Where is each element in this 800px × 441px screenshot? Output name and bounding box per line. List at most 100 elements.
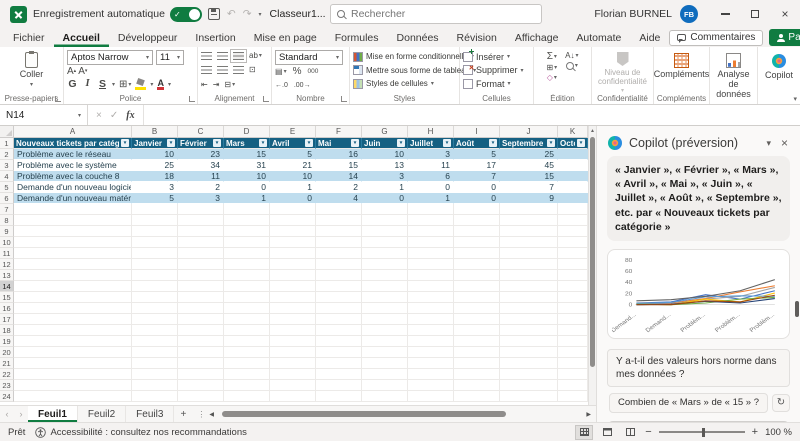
- cell-D18[interactable]: [224, 325, 270, 336]
- column-header-G[interactable]: G: [362, 126, 408, 138]
- cell-G24[interactable]: [362, 391, 408, 402]
- cell-D20[interactable]: [224, 347, 270, 358]
- cell-A3[interactable]: Problème avec le système: [14, 160, 132, 171]
- fill-button[interactable]: ⊞ ▾: [546, 64, 557, 72]
- cell-K6[interactable]: [558, 193, 588, 204]
- copilot-suggestion-count[interactable]: Combien de « Mars » de « 15 » ?: [608, 392, 768, 414]
- currency-format-icon[interactable]: ▤ ▾: [275, 67, 287, 76]
- cell-E11[interactable]: [270, 248, 316, 259]
- cell-K15[interactable]: [558, 292, 588, 303]
- cell-K19[interactable]: [558, 336, 588, 347]
- cell-D14[interactable]: [224, 281, 270, 292]
- cell-D11[interactable]: [224, 248, 270, 259]
- cell-K3[interactable]: [558, 160, 588, 171]
- cell-C18[interactable]: [178, 325, 224, 336]
- underline-button[interactable]: S: [97, 79, 108, 90]
- cell-K11[interactable]: [558, 248, 588, 259]
- cell-H2[interactable]: 3: [408, 149, 454, 160]
- cell-E18[interactable]: [270, 325, 316, 336]
- cell-A13[interactable]: [14, 270, 132, 281]
- row-header-11[interactable]: 11: [0, 248, 14, 259]
- filter-icon[interactable]: ▾: [305, 139, 313, 147]
- delete-cells-button[interactable]: Supprimer ▾: [463, 64, 530, 78]
- fill-color-chevron-icon[interactable]: ▾: [150, 81, 153, 88]
- cell-E22[interactable]: [270, 369, 316, 380]
- cell-H23[interactable]: [408, 380, 454, 391]
- font-color-button[interactable]: A: [157, 79, 164, 90]
- cell-D24[interactable]: [224, 391, 270, 402]
- cell-I6[interactable]: 0: [454, 193, 500, 204]
- cell-B2[interactable]: 10: [132, 149, 178, 160]
- decrease-indent-icon[interactable]: ⇤: [201, 80, 208, 89]
- cell-B15[interactable]: [132, 292, 178, 303]
- ribbon-tab-r-vision[interactable]: Révision: [448, 28, 506, 47]
- cell-J5[interactable]: 7: [500, 182, 558, 193]
- cell-A5[interactable]: Demande d'un nouveau logiciel: [14, 182, 132, 193]
- cell-E10[interactable]: [270, 237, 316, 248]
- cell-E5[interactable]: 1: [270, 182, 316, 193]
- cell-H16[interactable]: [408, 303, 454, 314]
- cell-E9[interactable]: [270, 226, 316, 237]
- column-header-C[interactable]: C: [178, 126, 224, 138]
- cell-I14[interactable]: [454, 281, 500, 292]
- filter-icon[interactable]: ▾: [489, 139, 497, 147]
- cell-A6[interactable]: Demande d'un nouveau matériel: [14, 193, 132, 204]
- cell-D21[interactable]: [224, 358, 270, 369]
- row-header-22[interactable]: 22: [0, 369, 14, 380]
- cell-I20[interactable]: [454, 347, 500, 358]
- cell-A23[interactable]: [14, 380, 132, 391]
- cell-E7[interactable]: [270, 204, 316, 215]
- cell-F3[interactable]: 15: [316, 160, 362, 171]
- cell-K14[interactable]: [558, 281, 588, 292]
- fill-color-button[interactable]: [135, 79, 147, 90]
- undo-icon[interactable]: ↶: [227, 8, 236, 20]
- accessibility-status[interactable]: Accessibilité : consultez nos recommanda…: [35, 427, 247, 438]
- cell-G8[interactable]: [362, 215, 408, 226]
- cell-E14[interactable]: [270, 281, 316, 292]
- cell-J17[interactable]: [500, 314, 558, 325]
- cell-C17[interactable]: [178, 314, 224, 325]
- cell-I13[interactable]: [454, 270, 500, 281]
- cell-H5[interactable]: 0: [408, 182, 454, 193]
- copilot-close-icon[interactable]: ×: [779, 136, 790, 150]
- ribbon-tab-accueil[interactable]: Accueil: [53, 28, 109, 47]
- cell-G18[interactable]: [362, 325, 408, 336]
- column-header-A[interactable]: A: [14, 126, 132, 138]
- cell-G4[interactable]: 3: [362, 171, 408, 182]
- cell-K4[interactable]: [558, 171, 588, 182]
- cell-J11[interactable]: [500, 248, 558, 259]
- cell-D10[interactable]: [224, 237, 270, 248]
- cell-K13[interactable]: [558, 270, 588, 281]
- cell-E3[interactable]: 21: [270, 160, 316, 171]
- font-color-chevron-icon[interactable]: ▾: [168, 81, 171, 88]
- cell-J19[interactable]: [500, 336, 558, 347]
- copilot-chart-card[interactable]: 0 20 40 60 80 Demand... Demand... Problèm... Pro…: [607, 248, 790, 339]
- cell-H4[interactable]: 6: [408, 171, 454, 182]
- cell-I8[interactable]: [454, 215, 500, 226]
- cell-I17[interactable]: [454, 314, 500, 325]
- cell-K2[interactable]: [558, 149, 588, 160]
- filter-icon[interactable]: ▾: [259, 139, 267, 147]
- cell-J12[interactable]: [500, 259, 558, 270]
- row-header-23[interactable]: 23: [0, 380, 14, 391]
- cell-D1[interactable]: Mars ▾: [224, 138, 270, 149]
- cell-A1[interactable]: Nouveaux tickets par catégorie▾: [14, 138, 132, 149]
- cell-B24[interactable]: [132, 391, 178, 402]
- cell-C2[interactable]: 23: [178, 149, 224, 160]
- format-as-table-button[interactable]: Mettre sous forme de tableau ▾: [353, 64, 476, 78]
- cell-I4[interactable]: 7: [454, 171, 500, 182]
- column-header-K[interactable]: K: [558, 126, 588, 138]
- cell-G19[interactable]: [362, 336, 408, 347]
- cell-F15[interactable]: [316, 292, 362, 303]
- align-left-icon[interactable]: [201, 66, 212, 75]
- cell-F23[interactable]: [316, 380, 362, 391]
- cell-J23[interactable]: [500, 380, 558, 391]
- zoom-slider-thumb[interactable]: [701, 427, 705, 437]
- cell-F17[interactable]: [316, 314, 362, 325]
- cell-B22[interactable]: [132, 369, 178, 380]
- row-header-17[interactable]: 17: [0, 314, 14, 325]
- cell-E15[interactable]: [270, 292, 316, 303]
- cell-G22[interactable]: [362, 369, 408, 380]
- cell-C10[interactable]: [178, 237, 224, 248]
- cell-D12[interactable]: [224, 259, 270, 270]
